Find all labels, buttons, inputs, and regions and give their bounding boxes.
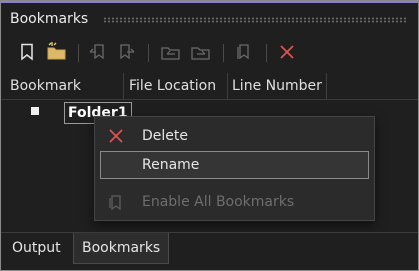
column-divider[interactable] (227, 73, 228, 99)
menu-item-delete[interactable]: Delete (95, 122, 374, 150)
next-bookmark-icon[interactable] (113, 35, 139, 69)
tab-bookmarks[interactable]: Bookmarks (73, 233, 170, 264)
delete-icon[interactable] (274, 35, 300, 69)
menu-item-label: Enable All Bookmarks (142, 194, 295, 210)
menu-item-label: Rename (142, 157, 200, 173)
drag-grip[interactable] (103, 17, 408, 23)
column-header-file-location[interactable]: File Location (129, 73, 216, 99)
previous-bookmark-icon[interactable] (85, 35, 111, 69)
toolbar (1, 35, 418, 69)
tab-output[interactable]: Output (12, 233, 61, 263)
window-title: Bookmarks (10, 11, 89, 27)
column-headers: Bookmark File Location Line Number (1, 73, 418, 100)
toolbar-separator (266, 44, 267, 62)
bookmark-toggle-icon[interactable] (14, 35, 40, 69)
menu-item-rename[interactable]: Rename (100, 151, 369, 179)
bookmarks-window: Bookmarks Bookmark File Location Line Nu… (0, 0, 419, 271)
column-header-bookmark[interactable]: Bookmark (10, 73, 81, 99)
toolbar-separator (78, 44, 79, 62)
menu-item-enable-all-bookmarks[interactable]: Enable All Bookmarks (95, 188, 374, 216)
column-header-line-number[interactable]: Line Number (232, 73, 322, 99)
bottom-tab-bar: Output Bookmarks (1, 232, 418, 270)
context-menu: Delete Rename Enable All Bookmarks (94, 116, 375, 221)
enable-bookmarks-icon (105, 188, 127, 216)
column-divider[interactable] (326, 73, 327, 99)
column-divider[interactable] (123, 73, 124, 99)
bookmark-checkbox[interactable] (31, 107, 39, 115)
menu-item-label: Delete (142, 128, 188, 144)
disable-all-bookmarks-icon[interactable] (231, 35, 257, 69)
delete-x-icon (105, 122, 127, 150)
title-bar[interactable]: Bookmarks (1, 3, 418, 33)
previous-bookmark-in-folder-icon[interactable] (158, 35, 184, 69)
toolbar-separator (148, 44, 149, 62)
toolbar-separator (223, 44, 224, 62)
next-bookmark-in-folder-icon[interactable] (188, 35, 214, 69)
new-folder-icon[interactable] (44, 35, 70, 69)
